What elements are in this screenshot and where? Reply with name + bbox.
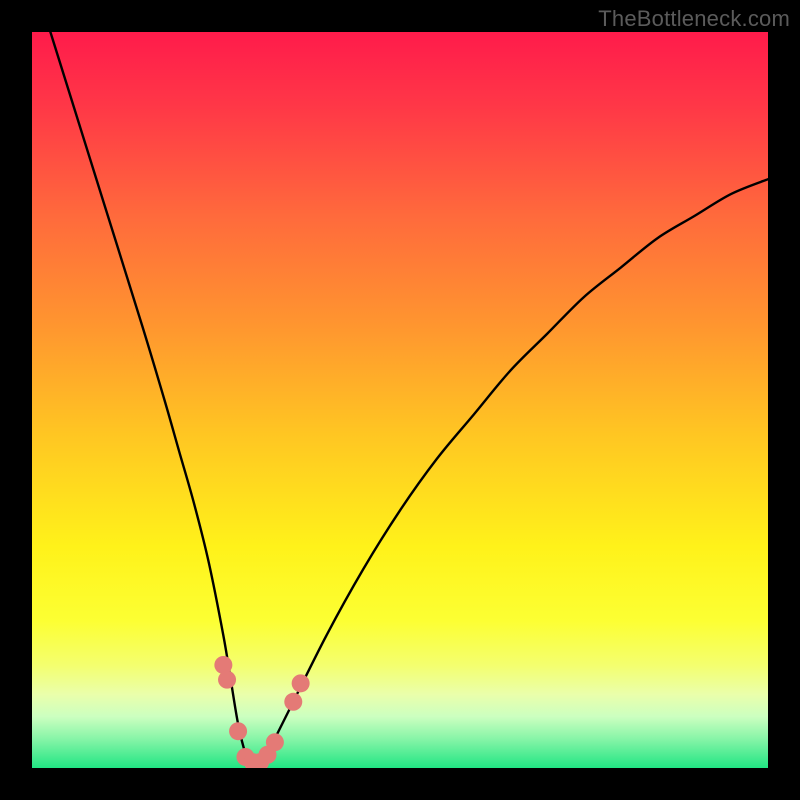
dot-right-mid [284,693,302,711]
curve-dots [214,656,309,768]
curve-layer [32,32,768,768]
plot-area [32,32,768,768]
dot-right-upper [292,674,310,692]
watermark-label: TheBottleneck.com [598,6,790,32]
dot-right-lower [266,733,284,751]
chart-frame: TheBottleneck.com [0,0,800,800]
dot-left-mid [218,671,236,689]
dot-left-lower [229,722,247,740]
bottleneck-curve [32,32,768,768]
